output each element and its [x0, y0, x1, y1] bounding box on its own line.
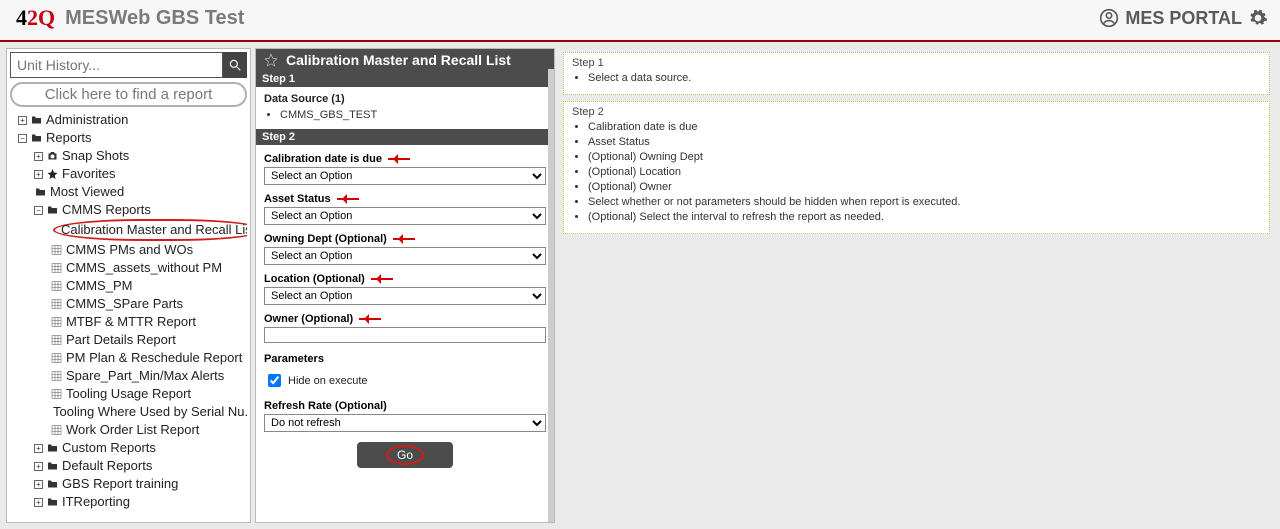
tree-leaf[interactable]: PM Plan & Reschedule Report — [50, 349, 247, 367]
nav-tree: + Administration − Reports + Snap Shots … — [10, 111, 247, 511]
location-select[interactable]: Select an Option — [264, 287, 546, 305]
app-title: MESWeb GBS Test — [65, 7, 244, 30]
tree-node-reports[interactable]: − Reports — [18, 129, 247, 147]
grid-icon — [50, 370, 63, 382]
tree-leaf[interactable]: CMMS PMs and WOs — [50, 241, 247, 259]
folder-icon — [46, 460, 59, 472]
grid-icon — [50, 316, 63, 328]
owner-input[interactable] — [264, 327, 546, 343]
help-step1-box: Step 1 Select a data source. — [563, 52, 1270, 95]
owning-dept-select[interactable]: Select an Option — [264, 247, 546, 265]
tree-leaf[interactable]: CMMS_assets_without PM — [50, 259, 247, 277]
parameters-label: Parameters — [264, 353, 324, 365]
tree-leaf[interactable]: Tooling Usage Report — [50, 385, 247, 403]
tree-node-mostviewed[interactable]: Most Viewed — [34, 183, 247, 201]
star-outline-icon[interactable] — [264, 53, 278, 67]
grid-icon — [50, 262, 63, 274]
step1-bar: Step 1 — [256, 71, 554, 87]
asset-status-select[interactable]: Select an Option — [264, 207, 546, 225]
tree-leaf-calibration-master[interactable]: Calibration Master and Recall List — [50, 219, 247, 241]
search-button[interactable] — [223, 52, 247, 78]
tree-leaf[interactable]: MTBF & MTTR Report — [50, 313, 247, 331]
field-label-owner: Owner (Optional) — [264, 313, 353, 325]
portal-link[interactable]: MES PORTAL — [1099, 8, 1268, 29]
grid-icon — [50, 244, 63, 256]
nav-sidebar: Click here to find a report + Administra… — [6, 48, 251, 523]
tree-node-snapshots[interactable]: + Snap Shots — [34, 147, 247, 165]
tree-leaf[interactable]: Work Order List Report — [50, 421, 247, 439]
tree-leaf[interactable]: Spare_Part_Min/Max Alerts — [50, 367, 247, 385]
grid-icon — [50, 388, 63, 400]
tree-leaf[interactable]: Part Details Report — [50, 331, 247, 349]
tree-node-itreporting[interactable]: + ITReporting — [34, 493, 247, 511]
highlight-arrow-icon — [337, 195, 367, 203]
field-label-owning-dept: Owning Dept (Optional) — [264, 233, 387, 245]
folder-icon — [30, 114, 43, 126]
scrollbar[interactable] — [548, 69, 554, 522]
tree-leaf[interactable]: CMMS_SPare Parts — [50, 295, 247, 313]
gear-icon — [1248, 8, 1268, 28]
field-label-location: Location (Optional) — [264, 273, 365, 285]
field-label-refresh-rate: Refresh Rate (Optional) — [264, 400, 387, 412]
folder-icon — [46, 204, 59, 216]
star-icon — [46, 168, 59, 180]
highlight-arrow-icon — [393, 235, 423, 243]
grid-icon — [50, 424, 63, 436]
grid-icon — [50, 334, 63, 346]
panel-header: Calibration Master and Recall List — [256, 49, 554, 71]
help-step2-box: Step 2 Calibration date is due Asset Sta… — [563, 101, 1270, 234]
folder-icon — [46, 496, 59, 508]
data-source-value: CMMS_GBS_TEST — [280, 109, 546, 121]
user-circle-icon — [1099, 8, 1119, 28]
unit-history-search-input[interactable] — [10, 52, 223, 78]
grid-icon — [50, 298, 63, 310]
brand-logo: 42Q — [16, 5, 55, 31]
tree-leaf[interactable]: Tooling Where Used by Serial Nu... — [50, 403, 247, 421]
grid-icon — [50, 280, 63, 292]
tree-node-cmms-reports[interactable]: − CMMS Reports — [34, 201, 247, 219]
tree-node-custom-reports[interactable]: + Custom Reports — [34, 439, 247, 457]
folder-icon — [46, 442, 59, 454]
tree-node-gbs-training[interactable]: + GBS Report training — [34, 475, 247, 493]
find-report-button[interactable]: Click here to find a report — [10, 82, 247, 107]
highlight-arrow-icon — [359, 315, 389, 323]
camera-icon — [46, 150, 59, 162]
top-bar: 42Q MESWeb GBS Test MES PORTAL — [0, 0, 1280, 42]
hide-on-execute-label: Hide on execute — [288, 375, 368, 387]
grid-icon — [50, 352, 63, 364]
help-panel: Step 1 Select a data source. Step 2 Cali… — [559, 48, 1274, 523]
field-label-asset-status: Asset Status — [264, 193, 331, 205]
data-source-label: Data Source (1) — [264, 93, 546, 105]
refresh-rate-select[interactable]: Do not refresh — [264, 414, 546, 432]
calibration-date-select[interactable]: Select an Option — [264, 167, 546, 185]
go-button[interactable]: Go — [357, 442, 453, 468]
field-label-calibration-date: Calibration date is due — [264, 153, 382, 165]
tree-node-administration[interactable]: + Administration — [18, 111, 247, 129]
tree-leaf[interactable]: CMMS_PM — [50, 277, 247, 295]
highlight-arrow-icon — [371, 275, 401, 283]
hide-on-execute-checkbox[interactable] — [268, 374, 281, 387]
folder-icon — [30, 132, 43, 144]
step2-bar: Step 2 — [256, 129, 554, 145]
tree-node-default-reports[interactable]: + Default Reports — [34, 457, 247, 475]
search-icon — [228, 58, 242, 72]
parameters-panel: Calibration Master and Recall List Step … — [255, 48, 555, 523]
tree-node-favorites[interactable]: + Favorites — [34, 165, 247, 183]
folder-icon — [46, 478, 59, 490]
highlight-arrow-icon — [388, 155, 418, 163]
folder-icon — [34, 186, 47, 198]
